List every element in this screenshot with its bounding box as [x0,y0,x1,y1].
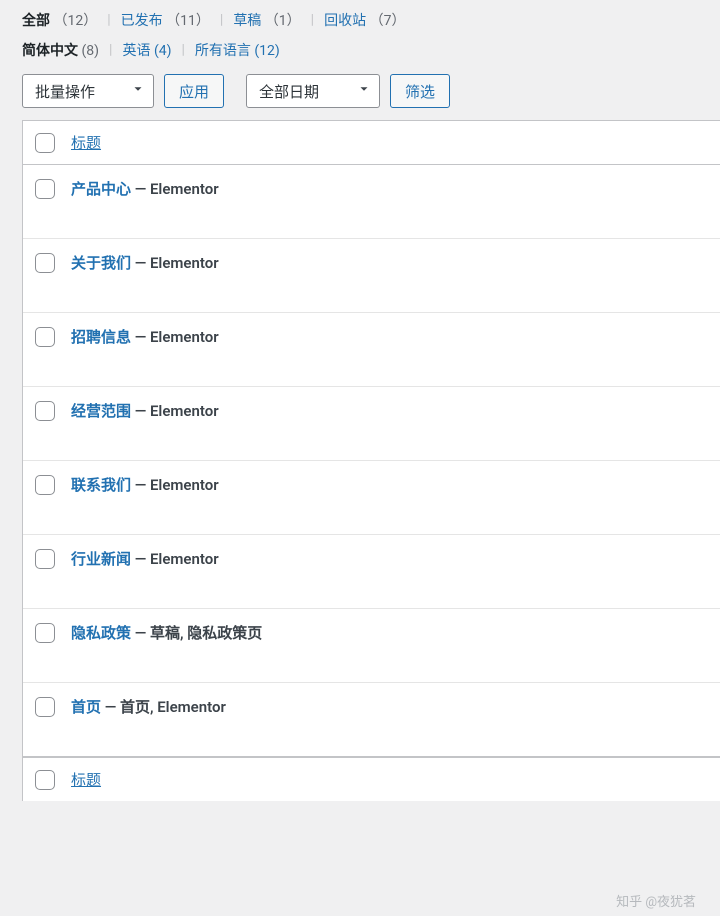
chevron-down-icon [357,82,371,100]
row-checkbox[interactable] [35,697,55,717]
row-suffix: — Elementor [131,180,219,198]
row-suffix: — Elementor [131,402,219,420]
lang-zh[interactable]: 简体中文 (8) [22,40,99,60]
pages-table: 标题 产品中心 — Elementor关于我们 — Elementor招聘信息 … [22,120,720,801]
row-suffix: — Elementor [131,254,219,272]
row-suffix: — Elementor [131,476,219,494]
select-all-checkbox[interactable] [35,133,55,153]
row-title-link[interactable]: 关于我们 [71,254,131,272]
row-title-cell: 行业新闻 — Elementor [71,549,219,570]
table-header: 标题 [23,121,720,165]
filter-all[interactable]: 全部 （12） [22,10,97,30]
separator: | [311,12,314,28]
language-filter-row: 简体中文 (8) | 英语 (4) | 所有语言 (12) [22,40,720,60]
bulk-action-select[interactable]: 批量操作 [22,74,154,108]
row-title-cell: 产品中心 — Elementor [71,179,219,200]
actions-bar: 批量操作 应用 全部日期 筛选 [22,74,720,108]
table-row: 联系我们 — Elementor [23,461,720,535]
row-title-cell: 招聘信息 — Elementor [71,327,219,348]
table-footer: 标题 [23,757,720,801]
apply-button[interactable]: 应用 [164,74,224,108]
column-title-footer[interactable]: 标题 [71,769,101,790]
row-suffix: — Elementor [131,328,219,346]
watermark: 知乎 @夜犹茗 [616,891,696,910]
lang-en[interactable]: 英语 (4) [122,40,171,60]
row-suffix: — 首页, Elementor [101,698,226,716]
row-checkbox[interactable] [35,623,55,643]
row-suffix: — Elementor [131,550,219,568]
row-title-link[interactable]: 产品中心 [71,180,131,198]
separator: | [220,12,223,28]
row-suffix: — 草稿, 隐私政策页 [131,624,262,642]
column-title[interactable]: 标题 [71,132,101,153]
lang-all[interactable]: 所有语言 (12) [195,40,280,60]
table-row: 首页 — 首页, Elementor [23,683,720,757]
chevron-down-icon [131,82,145,100]
row-title-link[interactable]: 隐私政策 [71,624,131,642]
separator: | [107,12,110,28]
filter-button[interactable]: 筛选 [390,74,450,108]
separator: | [181,42,184,58]
row-checkbox[interactable] [35,327,55,347]
row-checkbox[interactable] [35,253,55,273]
row-title-cell: 关于我们 — Elementor [71,253,219,274]
table-row: 招聘信息 — Elementor [23,313,720,387]
table-row: 行业新闻 — Elementor [23,535,720,609]
select-all-checkbox-bottom[interactable] [35,770,55,790]
row-checkbox[interactable] [35,401,55,421]
table-row: 关于我们 — Elementor [23,239,720,313]
row-title-link[interactable]: 联系我们 [71,476,131,494]
row-checkbox[interactable] [35,475,55,495]
row-title-link[interactable]: 行业新闻 [71,550,131,568]
row-title-cell: 隐私政策 — 草稿, 隐私政策页 [71,623,262,644]
row-checkbox[interactable] [35,549,55,569]
table-row: 经营范围 — Elementor [23,387,720,461]
separator: | [109,42,112,58]
table-row: 隐私政策 — 草稿, 隐私政策页 [23,609,720,683]
filter-published[interactable]: 已发布 （11） [121,10,210,30]
status-filter-row: 全部 （12） | 已发布 （11） | 草稿 （1） | 回收站 （7） [22,10,720,30]
date-filter-select[interactable]: 全部日期 [246,74,380,108]
row-title-cell: 联系我们 — Elementor [71,475,219,496]
filter-draft[interactable]: 草稿 （1） [233,10,300,30]
row-checkbox[interactable] [35,179,55,199]
row-title-cell: 首页 — 首页, Elementor [71,697,226,718]
row-title-link[interactable]: 招聘信息 [71,328,131,346]
row-title-cell: 经营范围 — Elementor [71,401,219,422]
table-row: 产品中心 — Elementor [23,165,720,239]
row-title-link[interactable]: 经营范围 [71,402,131,420]
filter-trash[interactable]: 回收站 （7） [324,10,405,30]
row-title-link[interactable]: 首页 [71,698,101,716]
